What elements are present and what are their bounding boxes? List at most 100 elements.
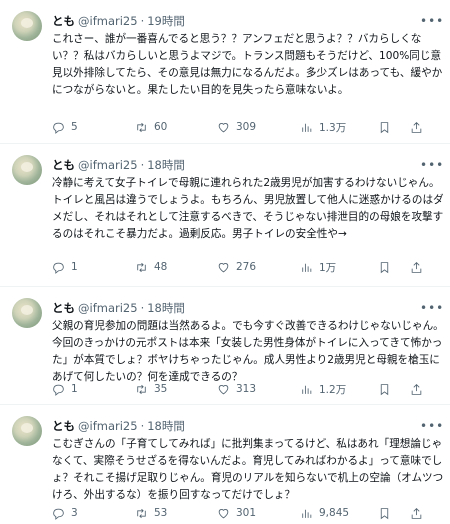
- retweet-count: 60: [154, 121, 168, 133]
- more-icon[interactable]: •••: [420, 157, 443, 173]
- avatar[interactable]: [12, 298, 42, 328]
- tweet-text: 父親の育児参加の問題は当然あるよ。でも今すぐ改善できるわけじゃないじゃん。今回の…: [52, 320, 444, 383]
- reply-button[interactable]: 5: [52, 118, 78, 136]
- separator-dot: ·: [140, 14, 145, 28]
- bookmark-icon: [380, 507, 389, 519]
- bookmark-icon: [380, 121, 389, 133]
- share-button[interactable]: [410, 504, 423, 522]
- tweet[interactable]: とも @ifmari25 · 18時間 ••• 父親の育児参加の問題は当然あるよ。でも…: [0, 287, 450, 405]
- avatar[interactable]: [12, 416, 42, 446]
- separator-dot: ·: [140, 301, 145, 315]
- reply-count: 5: [71, 121, 78, 133]
- tweet[interactable]: とも @ifmari25 · 19時間 ••• これさー、誰が一番喜んでると思う？？ア…: [0, 0, 450, 144]
- author-name[interactable]: とも: [52, 301, 75, 315]
- share-button[interactable]: [410, 380, 423, 398]
- bookmark-button[interactable]: [378, 380, 391, 398]
- views-count: 1.2万: [319, 383, 347, 396]
- timeline: とも @ifmari25 · 19時間 ••• これさー、誰が一番喜んでると思う？？ア…: [0, 0, 450, 524]
- bookmark-icon: [380, 261, 389, 273]
- retweet-button[interactable]: 48: [135, 258, 167, 276]
- like-button[interactable]: 301: [217, 504, 256, 522]
- timestamp[interactable]: 19時間: [147, 14, 185, 28]
- retweet-button[interactable]: 60: [135, 118, 167, 136]
- reply-button[interactable]: 1: [52, 258, 78, 276]
- reply-button[interactable]: 1: [52, 380, 78, 398]
- like-count: 276: [236, 261, 257, 273]
- share-icon: [411, 383, 422, 395]
- retweet-icon: [137, 122, 146, 132]
- retweet-icon: [137, 262, 146, 272]
- author-name[interactable]: とも: [52, 14, 75, 28]
- bookmark-button[interactable]: [378, 118, 391, 136]
- more-icon[interactable]: •••: [420, 13, 443, 29]
- retweet-count: 53: [154, 507, 168, 519]
- like-button[interactable]: 309: [217, 118, 256, 136]
- action-bar: 3 53 301 9,845: [52, 504, 438, 522]
- bookmark-button[interactable]: [378, 504, 391, 522]
- author-handle[interactable]: @ifmari25: [78, 301, 138, 315]
- reply-count: 1: [71, 383, 78, 395]
- tweet-text: こむぎさんの「子育てしてみれば」に批判集まってるけど、私はあれ「理想論じゃなくて…: [52, 438, 444, 501]
- like-button[interactable]: 276: [217, 258, 256, 276]
- bookmark-button[interactable]: [378, 258, 391, 276]
- avatar[interactable]: [12, 11, 42, 41]
- more-icon[interactable]: •••: [420, 418, 443, 434]
- views-icon: [302, 509, 312, 518]
- tweet[interactable]: とも @ifmari25 · 18時間 ••• こむぎさんの「子育てしてみれば」に批判…: [0, 405, 450, 524]
- action-bar: 1 35 313 1.2万: [52, 380, 438, 398]
- share-icon: [411, 121, 422, 133]
- heart-icon: [218, 384, 229, 394]
- share-icon: [411, 507, 422, 519]
- reply-count: 3: [71, 507, 78, 519]
- separator-dot: ·: [140, 158, 145, 172]
- author-name[interactable]: とも: [52, 419, 75, 433]
- timestamp[interactable]: 18時間: [147, 301, 185, 315]
- like-count: 313: [236, 383, 257, 395]
- author-handle[interactable]: @ifmari25: [78, 158, 138, 172]
- more-icon[interactable]: •••: [420, 300, 443, 316]
- reply-icon: [53, 122, 64, 134]
- views-button[interactable]: 1.3万: [300, 118, 346, 136]
- tweet-header: とも @ifmari25 · 18時間: [52, 157, 410, 173]
- views-icon: [302, 123, 312, 132]
- tweet-text: 冷静に考えて女子トイレで母親に連れられた2歳男児が加害するわけないじゃん。トイレ…: [52, 177, 444, 240]
- views-icon: [302, 385, 312, 394]
- heart-icon: [218, 508, 229, 518]
- reply-count: 1: [71, 261, 78, 273]
- views-count: 1.3万: [319, 121, 347, 134]
- share-button[interactable]: [410, 118, 423, 136]
- views-count: 1万: [319, 261, 337, 274]
- tweet-header: とも @ifmari25 · 18時間: [52, 300, 410, 316]
- retweet-button[interactable]: 35: [135, 380, 167, 398]
- bookmark-icon: [380, 383, 389, 395]
- share-button[interactable]: [410, 258, 423, 276]
- views-button[interactable]: 9,845: [300, 504, 349, 522]
- separator-dot: ·: [140, 419, 145, 433]
- author-handle[interactable]: @ifmari25: [78, 14, 138, 28]
- retweet-button[interactable]: 53: [135, 504, 167, 522]
- views-button[interactable]: 1万: [300, 258, 336, 276]
- author-handle[interactable]: @ifmari25: [78, 419, 138, 433]
- retweet-icon: [137, 508, 146, 518]
- timestamp[interactable]: 18時間: [147, 158, 185, 172]
- heart-icon: [218, 122, 229, 132]
- like-count: 309: [236, 121, 257, 133]
- tweet[interactable]: とも @ifmari25 · 18時間 ••• 冷静に考えて女子トイレで母親に連れられ…: [0, 144, 450, 287]
- timestamp[interactable]: 18時間: [147, 419, 185, 433]
- action-bar: 5 60 309 1.3万: [52, 118, 438, 136]
- like-count: 301: [236, 507, 257, 519]
- tweet-header: とも @ifmari25 · 19時間: [52, 13, 410, 29]
- author-name[interactable]: とも: [52, 158, 75, 172]
- retweet-icon: [137, 384, 146, 394]
- reply-icon: [53, 384, 64, 396]
- views-count: 9,845: [319, 507, 350, 519]
- retweet-count: 48: [154, 261, 168, 273]
- avatar[interactable]: [12, 155, 42, 185]
- action-bar: 1 48 276 1万: [52, 258, 438, 276]
- reply-icon: [53, 262, 64, 274]
- reply-button[interactable]: 3: [52, 504, 78, 522]
- views-button[interactable]: 1.2万: [300, 380, 346, 398]
- retweet-count: 35: [154, 383, 168, 395]
- like-button[interactable]: 313: [217, 380, 256, 398]
- heart-icon: [218, 262, 229, 272]
